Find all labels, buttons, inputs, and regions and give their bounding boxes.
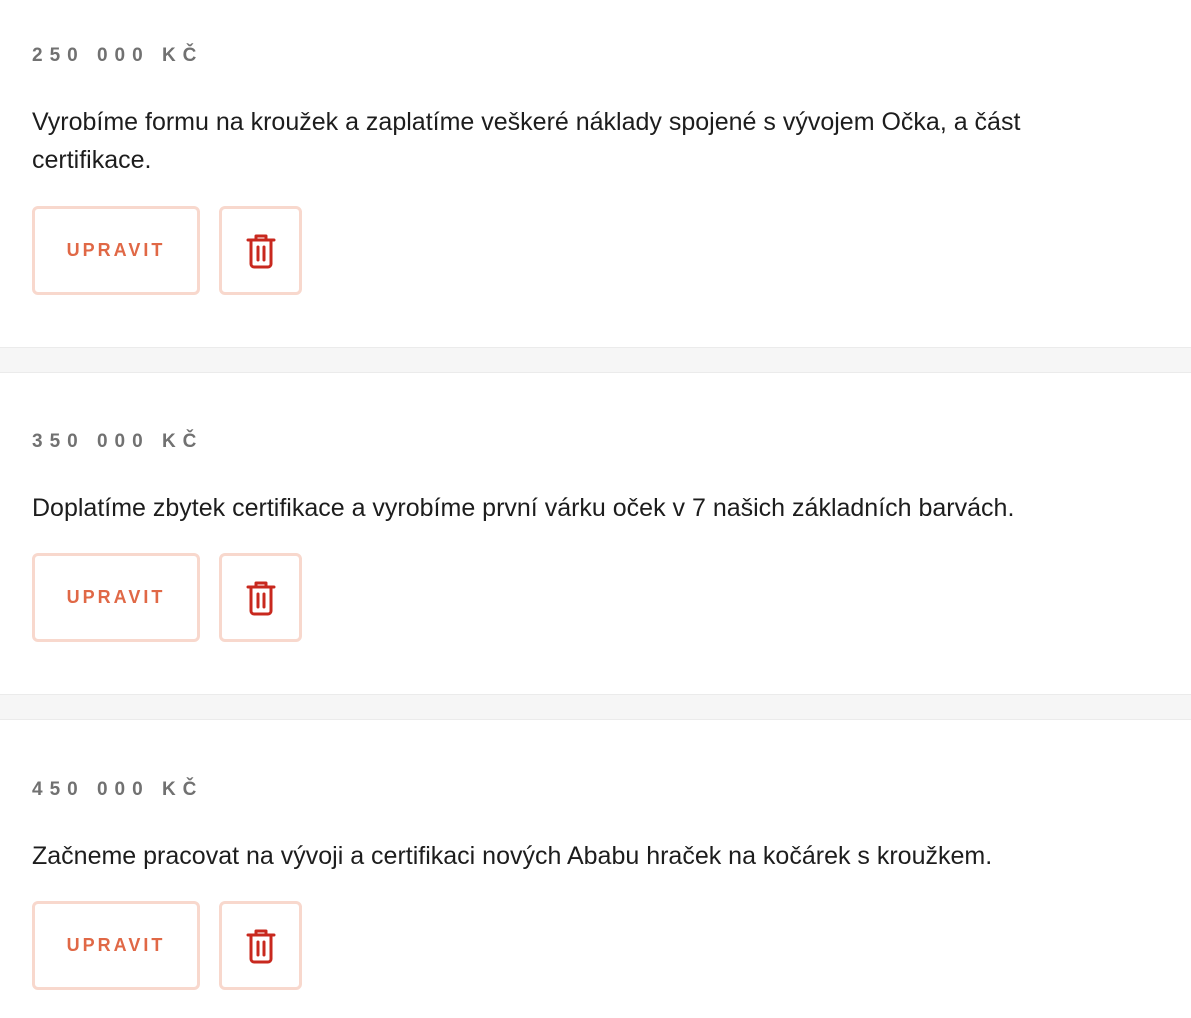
- edit-button[interactable]: UPRAVIT: [32, 206, 200, 295]
- delete-button[interactable]: [219, 901, 302, 990]
- stretch-goal-card: 250 000 KČ Vyrobíme formu na kroužek a z…: [0, 0, 1191, 347]
- goal-amount: 250 000 KČ: [32, 45, 204, 66]
- delete-button[interactable]: [219, 553, 302, 642]
- goal-description: Vyrobíme formu na kroužek a zaplatíme ve…: [32, 108, 1021, 174]
- edit-button[interactable]: UPRAVIT: [32, 553, 200, 642]
- section-divider: [0, 347, 1191, 373]
- goal-amount: 450 000 KČ: [32, 779, 204, 800]
- goal-description: Doplatíme zbytek certifikace a vyrobíme …: [32, 494, 1015, 522]
- goal-amount: 350 000 KČ: [32, 431, 204, 452]
- delete-button[interactable]: [219, 206, 302, 295]
- goal-description: Začneme pracovat na vývoji a certifikaci…: [32, 842, 993, 870]
- trash-icon: [246, 233, 276, 269]
- section-divider: [0, 694, 1191, 720]
- edit-button[interactable]: UPRAVIT: [32, 901, 200, 990]
- trash-icon: [246, 580, 276, 616]
- stretch-goal-card: 350 000 KČ Doplatíme zbytek certifikace …: [0, 373, 1191, 694]
- trash-icon: [246, 928, 276, 964]
- stretch-goal-card: 450 000 KČ Začneme pracovat na vývoji a …: [0, 720, 1191, 1018]
